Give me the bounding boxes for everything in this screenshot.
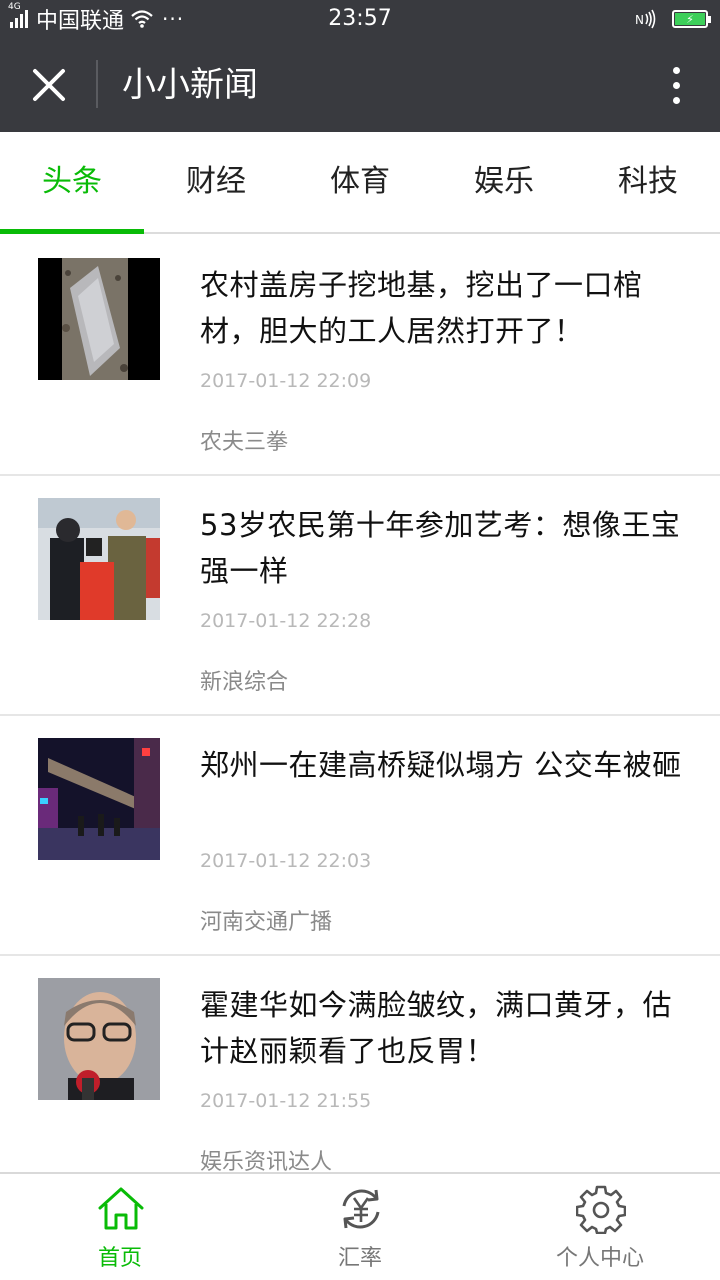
- more-status-icon: ···: [162, 7, 185, 31]
- news-source: 新浪综合: [200, 670, 289, 695]
- news-time: 2017-01-12 22:09: [200, 370, 372, 392]
- exchange-rate-icon: [342, 1189, 380, 1229]
- news-thumbnail: [38, 498, 160, 620]
- news-time: 2017-01-12 21:55: [200, 1090, 372, 1112]
- news-thumbnail: [38, 258, 160, 380]
- news-thumbnail: [38, 978, 160, 1100]
- status-right: N ⚡: [634, 6, 711, 32]
- tab-technology[interactable]: 科技: [576, 132, 720, 232]
- tab-sports[interactable]: 体育: [288, 132, 432, 232]
- home-icon: [98, 1187, 144, 1230]
- signal-icon: 4G: [8, 2, 30, 28]
- news-source: 河南交通广播: [200, 910, 333, 935]
- network-type: 4G: [8, 2, 21, 12]
- nav-label: 个人中心: [555, 1246, 644, 1271]
- battery-icon: ⚡: [672, 10, 711, 28]
- nav-item-home[interactable]: 首页: [0, 1174, 240, 1280]
- news-list: 农村盖房子挖地基，挖出了一口棺材，胆大的工人居然打开了！ 2017-01-12 …: [0, 236, 720, 1172]
- category-tabs: 头条 财经 体育 娱乐 科技: [0, 132, 720, 234]
- carrier-name: 中国联通: [36, 9, 125, 34]
- bridge-photo-image: [38, 738, 160, 860]
- tab-headlines[interactable]: 头条: [0, 132, 144, 234]
- news-title: 郑州一在建高桥疑似塌方 公交车被砸: [200, 748, 682, 782]
- portrait-photo-image: [38, 978, 160, 1100]
- news-time: 2017-01-12 22:28: [200, 610, 372, 632]
- tab-entertainment[interactable]: 娱乐: [432, 132, 576, 232]
- news-item[interactable]: 霍建华如今满脸皱纹，满口黄牙，估计赵丽颖看了也反胃！ 2017-01-12 21…: [0, 956, 720, 1172]
- exam-photo-image: [38, 498, 160, 620]
- status-left: 4G 中国联通 ···: [8, 2, 185, 34]
- gear-icon: [576, 1185, 626, 1234]
- news-item[interactable]: 农村盖房子挖地基，挖出了一口棺材，胆大的工人居然打开了！ 2017-01-12 …: [0, 236, 720, 476]
- title-bar: 小小新闻: [0, 38, 720, 132]
- nav-label: 汇率: [337, 1246, 382, 1271]
- news-time: 2017-01-12 22:03: [200, 850, 372, 872]
- svg-text:N: N: [635, 13, 644, 27]
- news-thumbnail: [38, 738, 160, 860]
- nav-item-exchange-rate[interactable]: 汇率: [240, 1174, 480, 1280]
- nfc-icon: N: [635, 9, 656, 29]
- wifi-icon: [131, 10, 153, 28]
- coffin-photo-image: [38, 258, 160, 380]
- news-title: 霍建华如今满脸皱纹，满口黄牙，估计赵丽颖看了也反胃！: [200, 988, 673, 1068]
- battery-charging-icon: ⚡: [675, 13, 705, 25]
- news-source: 农夫三拳: [200, 430, 289, 455]
- news-item[interactable]: 53岁农民第十年参加艺考：想像王宝强一样 2017-01-12 22:28 新浪…: [0, 476, 720, 716]
- more-vertical-icon[interactable]: [656, 60, 696, 110]
- nav-item-profile[interactable]: 个人中心: [480, 1174, 720, 1280]
- nav-label: 首页: [97, 1246, 142, 1271]
- close-icon[interactable]: [24, 60, 74, 110]
- tab-finance[interactable]: 财经: [144, 132, 288, 232]
- bottom-nav: 首页 汇率 个人中心: [0, 1172, 720, 1280]
- news-title: 53岁农民第十年参加艺考：想像王宝强一样: [200, 508, 681, 588]
- news-title: 农村盖房子挖地基，挖出了一口棺材，胆大的工人居然打开了！: [200, 268, 643, 348]
- title-divider: [96, 60, 98, 108]
- status-bar: 4G 中国联通 ··· 23:57 N ⚡: [0, 0, 720, 38]
- page-title: 小小新闻: [122, 65, 258, 105]
- news-source: 娱乐资讯达人: [200, 1150, 333, 1172]
- news-item[interactable]: 郑州一在建高桥疑似塌方 公交车被砸 2017-01-12 22:03 河南交通广…: [0, 716, 720, 956]
